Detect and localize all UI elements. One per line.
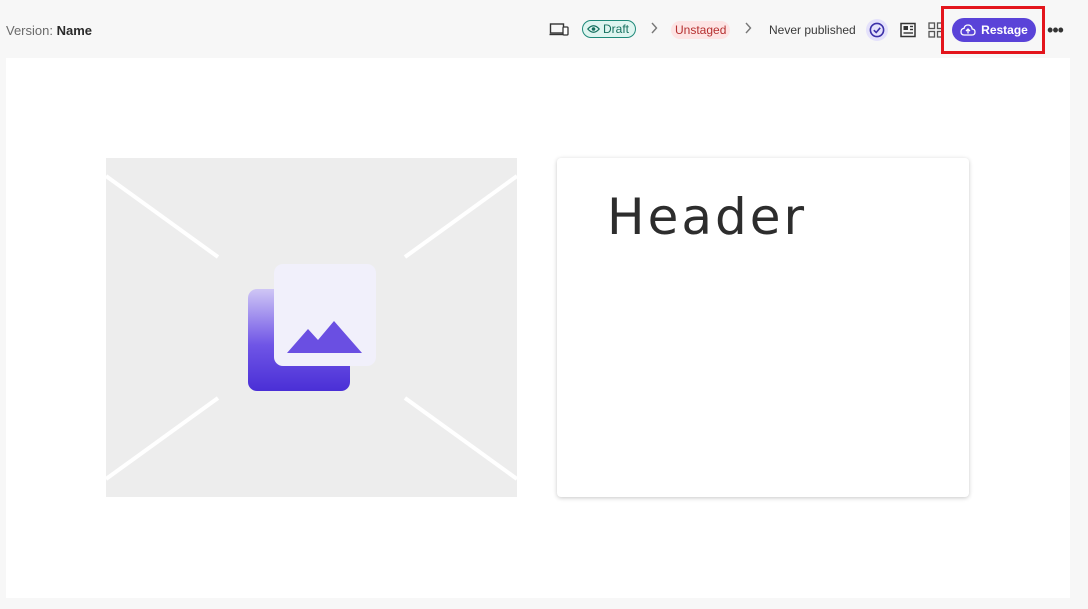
image-placeholder[interactable] — [106, 158, 517, 497]
card-header[interactable]: Header — [607, 188, 807, 246]
image-icon — [248, 264, 376, 391]
eye-icon — [587, 25, 600, 33]
restage-label: Restage — [981, 23, 1028, 37]
draft-status-badge[interactable]: Draft — [582, 20, 637, 38]
check-circle-icon — [869, 22, 885, 38]
chevron-right-icon — [650, 22, 658, 37]
content-card[interactable]: Header — [557, 158, 969, 497]
top-bar: Version: Name Draft Unstaged Never publi… — [0, 0, 1088, 58]
check-status-button[interactable] — [866, 19, 888, 41]
unstaged-label: Unstaged — [675, 23, 727, 37]
unstaged-status-badge[interactable]: Unstaged — [671, 21, 731, 39]
version-name: Name — [56, 23, 93, 38]
publish-status-label[interactable]: Never published — [769, 23, 856, 37]
draft-label: Draft — [603, 22, 630, 36]
device-preview-icon — [549, 23, 569, 36]
version-indicator: Version: Name — [6, 23, 92, 38]
more-options-button[interactable]: ••• — [1045, 19, 1065, 41]
page-canvas: Header — [6, 58, 1070, 598]
chevron-right-icon — [744, 22, 752, 37]
contact-card-icon — [900, 22, 916, 38]
restage-button[interactable]: Restage — [952, 18, 1036, 42]
version-label: Version: — [6, 23, 53, 38]
device-preview-button[interactable] — [547, 18, 571, 42]
contact-card-button[interactable] — [896, 18, 920, 42]
cloud-upload-icon — [960, 24, 976, 36]
